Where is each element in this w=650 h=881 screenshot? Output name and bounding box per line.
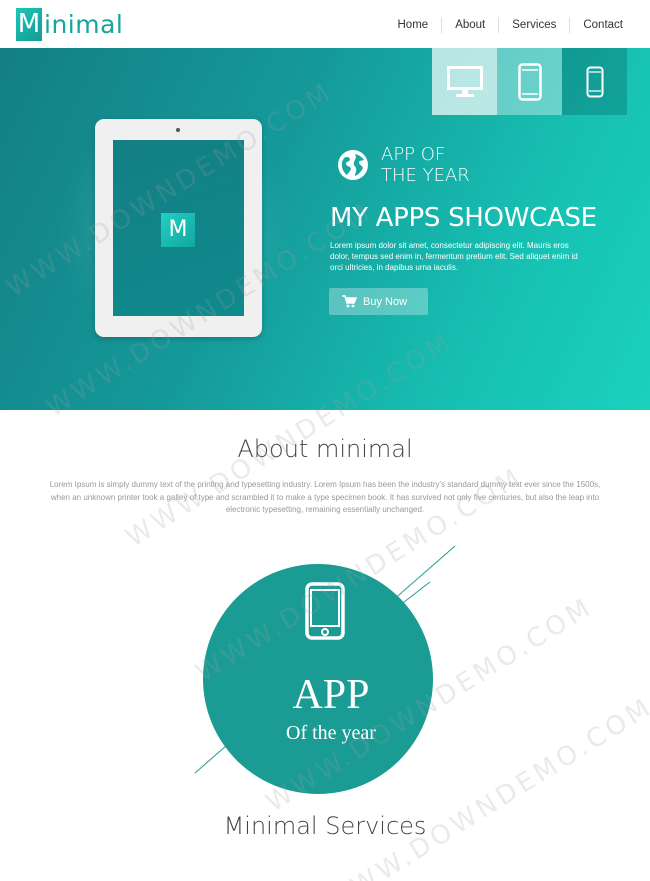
services-title: Minimal Services [223,812,427,840]
nav-about[interactable]: About [441,17,498,33]
device-tabs [432,48,627,115]
buy-now-label: Buy Now [363,295,408,308]
tablet-camera [176,128,180,132]
buy-now-button[interactable]: Buy Now [329,288,428,315]
award-line-2: THE YEAR [381,165,470,186]
main-nav: Home About Services Contact [385,17,637,33]
logo-mark: M [16,8,42,41]
logo[interactable]: M inimal [16,8,123,41]
tab-phone[interactable] [562,48,627,115]
app-of-year-badge: APP Of the year [190,545,465,794]
site-header: M inimal Home About Services Contact [0,0,650,48]
about-text: Lorem Ipsum is simply dummy text of the … [49,480,601,514]
tablet-icon [517,62,542,101]
logo-text: inimal [44,10,124,39]
badge-decoration-lines [194,545,456,774]
nav-home[interactable]: Home [385,17,442,33]
about-title: About minimal [237,435,413,463]
globe-icon [338,150,368,180]
nav-contact[interactable]: Contact [569,17,636,33]
desktop-icon [446,65,483,97]
tab-desktop[interactable] [432,48,497,115]
hero-title: MY APPS SHOWCASE [330,203,597,233]
tablet-screen: M [113,140,244,316]
hero-banner: M APP OF THE YEAR MY APPS SHOWCASE Lorem… [0,48,650,410]
cart-icon [342,295,357,308]
tablet-app-logo: M [161,213,195,247]
phone-icon [586,66,603,97]
nav-services[interactable]: Services [498,17,569,33]
award-line-1: APP OF [381,144,446,165]
hero-description: Lorem ipsum dolor sit amet, consectetur … [330,241,578,272]
tablet-mockup: M [95,119,262,337]
award-label: APP OF THE YEAR [381,144,470,186]
tab-tablet[interactable] [497,48,562,115]
